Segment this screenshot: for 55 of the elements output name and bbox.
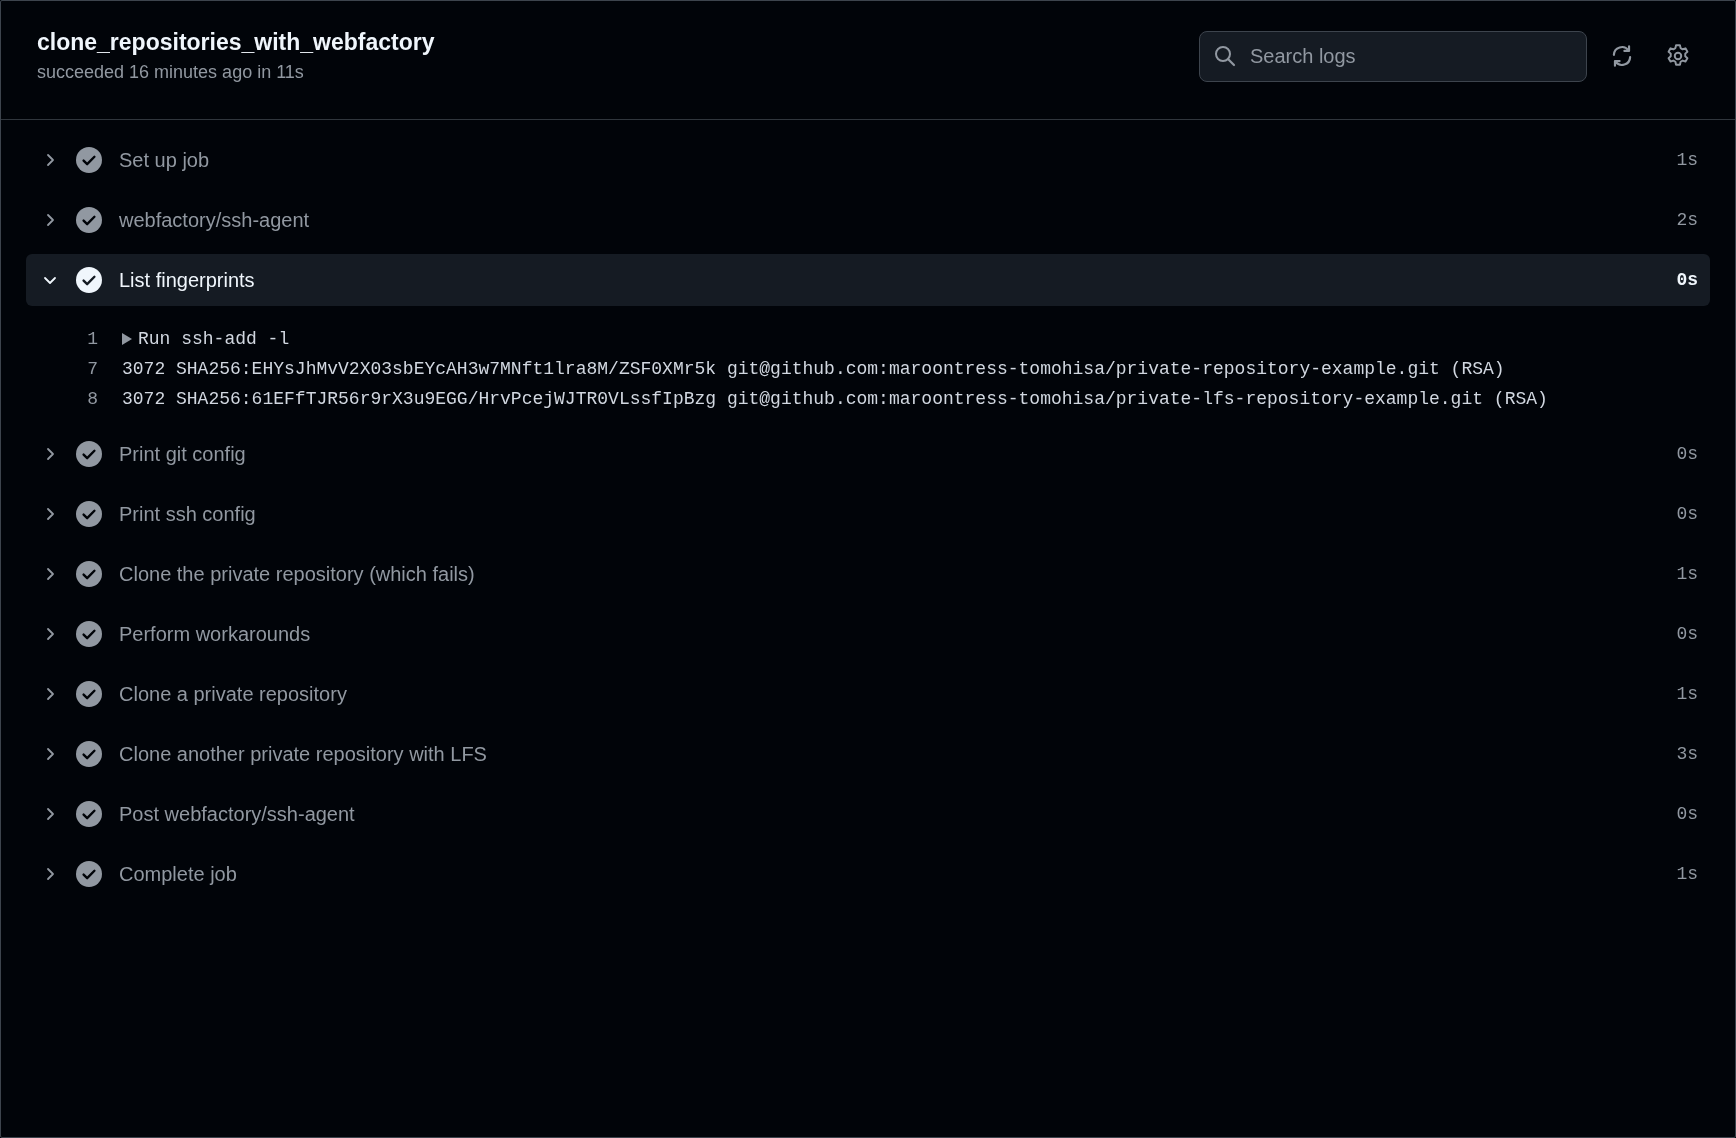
step-row[interactable]: webfactory/ssh-agent 2s (26, 194, 1710, 246)
step-row[interactable]: Print git config 0s (26, 428, 1710, 480)
step-row[interactable]: List fingerprints 0s (26, 254, 1710, 306)
log-line: 3072 SHA256:EHYsJhMvV2X03sbEYcAH3w7MNft1lra8M/ZSF0XMr5k git@github.com:maroontress-tomohisa/private-repository-example.git (RSA) (122, 359, 1505, 379)
step-duration: 3s (1676, 744, 1698, 764)
step-name: Clone another private repository with LFS (119, 742, 488, 766)
expand-triangle-icon[interactable] (122, 333, 132, 345)
line-number: 7 (86, 359, 98, 379)
check-circle-icon (76, 621, 102, 647)
check-circle-icon (76, 861, 102, 887)
check-circle-icon (76, 441, 102, 467)
step-duration: 1s (1676, 564, 1698, 584)
step-duration: 0s (1676, 504, 1698, 524)
step-row[interactable]: Post webfactory/ssh-agent 0s (26, 788, 1710, 840)
step-duration: 1s (1676, 150, 1698, 170)
log-line: 3072 SHA256:61EFfTJR56r9rX3u9EGG/HrvPcejWJTR0VLssfIpBzg git@github.com:maroontress-tomohisa/private-lfs-repository-example.git (RSA) (122, 389, 1548, 409)
check-circle-icon (76, 741, 102, 767)
step-name: Print ssh config (119, 502, 257, 526)
step-name: Clone the private repository (which fails) (119, 562, 476, 586)
gear-icon (1665, 43, 1691, 69)
step-name: webfactory/ssh-agent (119, 208, 311, 232)
search-field[interactable]: Search logs (1199, 30, 1587, 82)
step-duration: 2s (1676, 210, 1698, 230)
step-duration: 0s (1676, 444, 1698, 464)
step-row[interactable]: Print ssh config 0s (26, 488, 1710, 540)
step-name: List fingerprints (119, 268, 256, 292)
check-circle-icon (76, 561, 102, 587)
step-row[interactable]: Clone another private repository with LFS 3s (26, 728, 1710, 780)
job-status: succeeded 16 minutes ago in 11s (37, 62, 305, 83)
step-row[interactable]: Set up job 1s (26, 134, 1710, 186)
step-name: Print git config (119, 442, 247, 466)
step-name: Complete job (119, 862, 238, 886)
step-row[interactable]: Clone the private repository (which fails) 1s (26, 548, 1710, 600)
step-duration: 0s (1676, 270, 1698, 290)
step-row[interactable]: Perform workarounds 0s (26, 608, 1710, 660)
step-duration: 0s (1676, 804, 1698, 824)
step-name: Set up job (119, 148, 211, 172)
step-duration: 1s (1676, 684, 1698, 704)
check-circle-icon (76, 147, 102, 173)
step-name: Perform workarounds (119, 622, 312, 646)
check-circle-icon (76, 267, 102, 293)
step-row[interactable]: Complete job 1s (26, 848, 1710, 900)
step-name: Post webfactory/ssh-agent (119, 802, 356, 826)
step-name: Clone a private repository (119, 682, 348, 706)
line-number: 1 (86, 329, 98, 349)
step-duration: 0s (1676, 624, 1698, 644)
step-duration: 1s (1676, 864, 1698, 884)
job-title: clone_repositories_with_webfactory (37, 29, 435, 56)
check-circle-icon (76, 801, 102, 827)
check-circle-icon (76, 501, 102, 527)
line-number: 8 (86, 389, 98, 409)
step-row[interactable]: Clone a private repository 1s (26, 668, 1710, 720)
log-group-line: Run ssh-add -l (138, 329, 290, 349)
check-circle-icon (76, 207, 102, 233)
check-circle-icon (76, 681, 102, 707)
